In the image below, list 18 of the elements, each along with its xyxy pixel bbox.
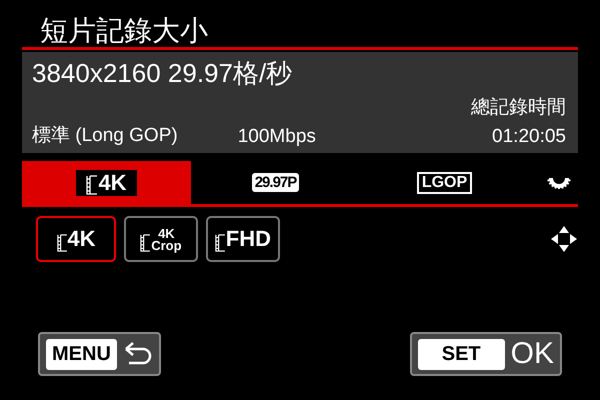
direction-pad-icon	[550, 225, 578, 253]
size-option[interactable]: 4K	[36, 216, 116, 262]
film-icon	[56, 234, 68, 252]
ok-button[interactable]: SET OK	[410, 332, 562, 376]
total-time-label: 總記錄時間	[471, 96, 566, 120]
resolution-text: 3840x2160 29.97格/秒	[32, 58, 294, 88]
bitrate-text: 100Mbps	[238, 126, 317, 148]
return-icon	[122, 341, 153, 367]
film-icon	[86, 174, 98, 194]
menu-button[interactable]: MENU	[38, 332, 161, 376]
film-icon	[140, 234, 152, 252]
screen-title: 短片記錄大小	[39, 14, 209, 45]
total-time: 01:20:05	[492, 126, 566, 148]
quality-text: 標準 (Long GOP)	[32, 124, 178, 148]
size-option[interactable]: FHD	[206, 216, 280, 262]
size-option[interactable]: 4K Crop	[124, 216, 198, 262]
film-icon	[214, 234, 226, 252]
tab[interactable]: 4K	[22, 161, 191, 204]
